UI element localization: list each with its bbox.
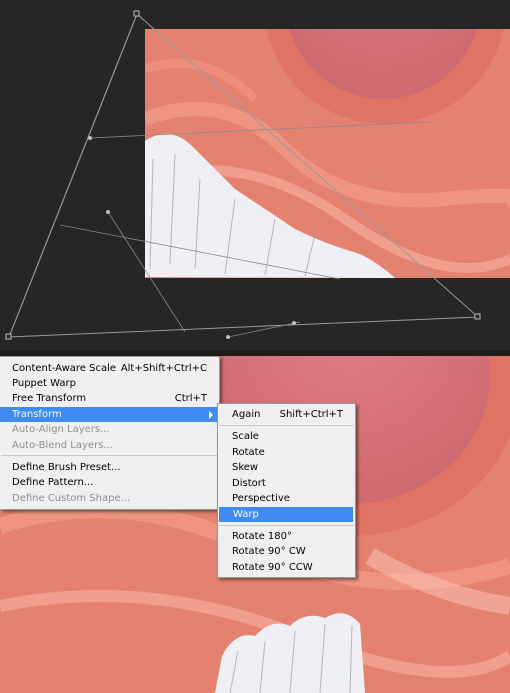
menu-item-label: Rotate xyxy=(232,447,265,458)
edit-menu: Content-Aware Scale Alt+Shift+Ctrl+C Pup… xyxy=(0,356,220,510)
menu-item-auto-align-layers: Auto-Align Layers... xyxy=(0,422,219,437)
top-canvas[interactable] xyxy=(0,0,510,350)
menu-item-label: Puppet Warp xyxy=(12,378,76,389)
submenu-item-rotate-180[interactable]: Rotate 180° xyxy=(218,529,355,544)
menu-item-label: Content-Aware Scale xyxy=(12,363,117,374)
menu-item-content-aware-scale[interactable]: Content-Aware Scale Alt+Shift+Ctrl+C xyxy=(0,361,219,376)
menu-item-label: Perspective xyxy=(232,493,290,504)
menu-item-label: Define Pattern... xyxy=(12,477,94,488)
submenu-item-rotate[interactable]: Rotate xyxy=(218,445,355,460)
menu-item-label: Rotate 180° xyxy=(232,531,293,542)
menu-separator xyxy=(1,455,218,456)
warp-point[interactable] xyxy=(106,210,110,214)
menu-item-free-transform[interactable]: Free Transform Ctrl+T xyxy=(0,391,219,406)
submenu-item-warp[interactable]: Warp xyxy=(219,507,353,522)
submenu-item-perspective[interactable]: Perspective xyxy=(218,491,355,506)
menu-item-label: Rotate 90° CW xyxy=(232,546,306,557)
submenu-item-rotate-90-cw[interactable]: Rotate 90° CW xyxy=(218,544,355,559)
menu-item-label: Auto-Align Layers... xyxy=(12,424,110,435)
warp-point[interactable] xyxy=(88,136,92,140)
submenu-item-again[interactable]: Again Shift+Ctrl+T xyxy=(218,407,355,422)
menu-item-puppet-warp[interactable]: Puppet Warp xyxy=(0,376,219,391)
menu-item-label: Transform xyxy=(12,409,62,420)
menu-item-auto-blend-layers: Auto-Blend Layers... xyxy=(0,438,219,453)
menu-item-label: Again xyxy=(232,409,261,420)
menu-item-label: Warp xyxy=(233,509,259,520)
menu-item-label: Skew xyxy=(232,462,259,473)
menu-item-label: Rotate 90° CCW xyxy=(232,562,313,573)
warp-point[interactable] xyxy=(292,321,296,325)
transform-handle[interactable] xyxy=(5,333,12,340)
transform-submenu: Again Shift+Ctrl+T Scale Rotate Skew Dis… xyxy=(217,403,356,578)
menu-item-shortcut: Shift+Ctrl+T xyxy=(279,409,343,420)
menu-item-label: Define Brush Preset... xyxy=(12,462,121,473)
menu-separator xyxy=(219,425,354,426)
submenu-item-skew[interactable]: Skew xyxy=(218,460,355,475)
submenu-item-scale[interactable]: Scale xyxy=(218,429,355,444)
menu-item-define-pattern[interactable]: Define Pattern... xyxy=(0,475,219,490)
menu-item-shortcut: Ctrl+T xyxy=(174,393,207,404)
submenu-item-distort[interactable]: Distort xyxy=(218,476,355,491)
menu-item-label: Scale xyxy=(232,431,259,442)
menu-item-label: Define Custom Shape... xyxy=(12,493,131,504)
transform-handle[interactable] xyxy=(133,10,140,17)
snowy-landscape-image xyxy=(145,29,510,278)
menu-item-shortcut: Alt+Shift+Ctrl+C xyxy=(120,363,207,374)
menu-item-transform[interactable]: Transform xyxy=(0,407,219,422)
menu-separator xyxy=(219,525,354,526)
menu-item-label: Auto-Blend Layers... xyxy=(12,440,113,451)
menu-item-label: Free Transform xyxy=(12,393,87,404)
menu-item-label: Distort xyxy=(232,478,266,489)
layer-image-top[interactable] xyxy=(145,29,510,278)
menu-item-define-custom-shape: Define Custom Shape... xyxy=(0,491,219,506)
transform-handle[interactable] xyxy=(474,313,481,320)
submenu-item-rotate-90-ccw[interactable]: Rotate 90° CCW xyxy=(218,560,355,575)
submenu-arrow-icon xyxy=(209,411,213,419)
menu-item-define-brush-preset[interactable]: Define Brush Preset... xyxy=(0,460,219,475)
warp-point[interactable] xyxy=(226,335,230,339)
